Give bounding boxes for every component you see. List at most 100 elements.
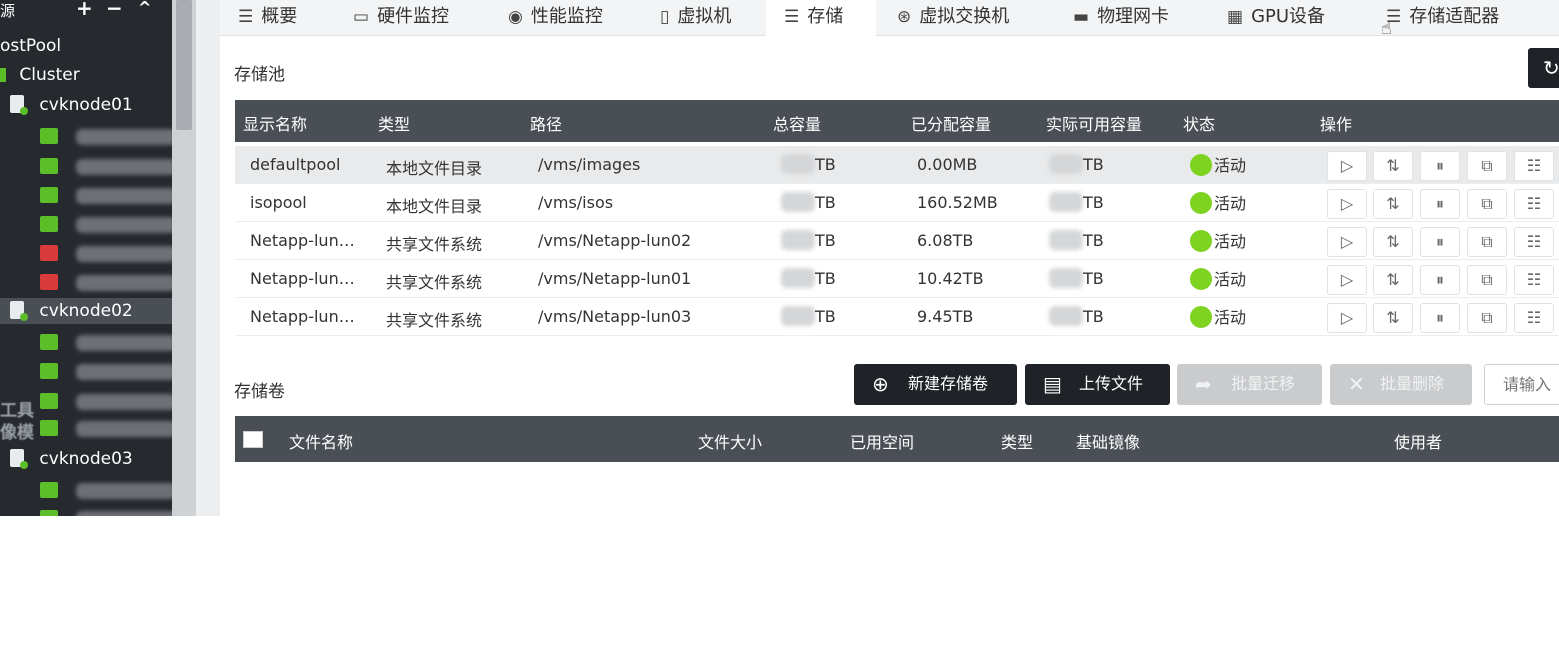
edit-button[interactable]: ⧉ [1467,227,1507,257]
tree-item-vm[interactable] [40,156,172,176]
pool-name: isopool [250,193,307,212]
tree-item-vm[interactable] [40,126,172,146]
batch-migrate-button[interactable]: ➦ 批量迁移 [1177,364,1322,405]
screen: 源 + − ^ ostPool Cluster cvknode01 cvknod… [0,0,1559,516]
pool-total: TB [815,231,836,250]
edit-button[interactable]: ⧉ [1467,265,1507,295]
select-all-checkbox[interactable] [243,431,263,448]
batch-delete-button[interactable]: ✕ 批量删除 [1330,364,1472,405]
status-label: 活动 [1214,270,1247,289]
column-header[interactable]: 路径 [530,111,562,135]
redacted-name [76,275,172,291]
column-header[interactable]: 显示名称 [243,111,307,135]
tab-label: GPU设备 [1251,6,1326,27]
column-header[interactable]: 使用者 [1394,429,1442,453]
search-input[interactable] [1484,364,1559,405]
tab-storage-adapter[interactable]: ☰ 存储适配器 [1386,0,1499,36]
sync-button[interactable]: ⇅ [1373,227,1413,257]
pool-type: 本地文件目录 [386,159,483,178]
tab-storage[interactable]: ☰ 存储 [766,0,876,36]
column-header[interactable]: 类型 [1001,429,1033,453]
tab-virtual-machines[interactable]: ▯ 虚拟机 [660,0,731,36]
details-button[interactable]: ☷ [1514,303,1554,333]
redacted-name [76,483,172,499]
table-row[interactable]: Netapp-lun… 共享文件系统 /vms/Netapp-lun01 TB … [235,260,1559,298]
upload-file-button[interactable]: ▤ 上传文件 [1025,364,1170,405]
edit-button[interactable]: ⧉ [1467,189,1507,219]
tab-overview[interactable]: ☰ 概要 [238,0,297,36]
status-badge: 活动 [1190,152,1246,176]
edit-button[interactable]: ⧉ [1467,151,1507,181]
sync-button[interactable]: ⇅ [1373,151,1413,181]
nic-icon: ▬ [1073,7,1090,27]
details-button[interactable]: ☷ [1514,265,1554,295]
tree-item-vm[interactable] [40,272,172,292]
pause-button[interactable]: ⏸ [1420,265,1460,295]
tab-hardware-monitor[interactable]: ▭ 硬件监控 [353,0,449,36]
pause-button[interactable]: ⏸ [1420,189,1460,219]
start-button[interactable]: ▷ [1327,227,1367,257]
tree-item-vm[interactable] [40,243,172,263]
tree-item-cvknode03[interactable]: cvknode03 [10,446,172,472]
storage-volume-title: 存储卷 [234,382,285,402]
share-arrow-icon: ➦ [1195,372,1212,396]
pause-button[interactable]: ⏸ [1420,303,1460,333]
tab-gpu-devices[interactable]: ▦ GPU设备 [1227,0,1325,36]
column-header[interactable]: 已分配容量 [911,111,991,135]
start-button[interactable]: ▷ [1327,265,1367,295]
column-header[interactable]: 类型 [378,111,410,135]
pool-available: TB [1083,231,1104,250]
sidebar-scrollbar[interactable] [172,0,196,516]
column-header[interactable]: 文件大小 [698,429,762,453]
start-button[interactable]: ▷ [1327,151,1367,181]
table-row[interactable]: defaultpool 本地文件目录 /vms/images TB 0.00MB… [235,146,1559,184]
add-button[interactable]: + [76,0,93,20]
pause-button[interactable]: ⏸ [1420,227,1460,257]
table-row[interactable]: isopool 本地文件目录 /vms/isos TB 160.52MB TB … [235,184,1559,222]
tab-virtual-switch[interactable]: ⊛ 虚拟交换机 [897,0,1009,36]
pool-allocated: 0.00MB [917,155,978,174]
refresh-button[interactable]: ↻ [1528,48,1559,88]
refresh-icon: ↻ [1543,56,1559,80]
tab-physical-nic[interactable]: ▬ 物理网卡 [1073,0,1169,36]
details-button[interactable]: ☷ [1514,227,1554,257]
scrollbar-thumb[interactable] [176,0,192,130]
new-volume-button[interactable]: ⊕ 新建存储卷 [854,364,1017,405]
tree-item-cluster[interactable]: Cluster [0,62,80,88]
tree-item-vm[interactable] [40,214,172,234]
tree-item-cvknode02[interactable]: cvknode02 [0,298,172,324]
tree-item-vm[interactable] [40,418,172,438]
pool-total: TB [815,269,836,288]
splitter[interactable] [196,0,220,516]
column-header[interactable]: 已用空间 [850,429,914,453]
collapse-button[interactable]: ^ [138,0,151,17]
pool-total: TB [815,307,836,326]
remove-button[interactable]: − [106,0,123,20]
tree-item-vm[interactable] [40,332,172,352]
tab-performance-monitor[interactable]: ◉ 性能监控 [508,0,603,36]
start-button[interactable]: ▷ [1327,189,1367,219]
column-header[interactable]: 实际可用容量 [1046,111,1142,135]
sync-button[interactable]: ⇅ [1373,265,1413,295]
details-button[interactable]: ☷ [1514,189,1554,219]
sync-button[interactable]: ⇅ [1373,189,1413,219]
column-header[interactable]: 状态 [1183,111,1215,135]
pool-available: TB [1083,155,1104,174]
tree-item-vm[interactable] [40,480,172,500]
tree-item-vm[interactable] [40,508,172,516]
edit-button[interactable]: ⧉ [1467,303,1507,333]
pause-button[interactable]: ⏸ [1420,151,1460,181]
tree-item-vm[interactable] [40,391,172,411]
column-header[interactable]: 总容量 [773,111,821,135]
table-row[interactable]: Netapp-lun… 共享文件系统 /vms/Netapp-lun03 TB … [235,298,1559,336]
column-header[interactable]: 基础镜像 [1076,429,1140,453]
sync-button[interactable]: ⇅ [1373,303,1413,333]
start-button[interactable]: ▷ [1327,303,1367,333]
tree-item-cvknode01[interactable]: cvknode01 [10,92,172,118]
column-header[interactable]: 文件名称 [289,429,353,453]
tree-item-vm[interactable] [40,185,172,205]
tree-item-hostpool[interactable]: ostPool [0,33,61,59]
tree-item-vm[interactable] [40,361,172,381]
table-row[interactable]: Netapp-lun… 共享文件系统 /vms/Netapp-lun02 TB … [235,222,1559,260]
details-button[interactable]: ☷ [1514,151,1554,181]
